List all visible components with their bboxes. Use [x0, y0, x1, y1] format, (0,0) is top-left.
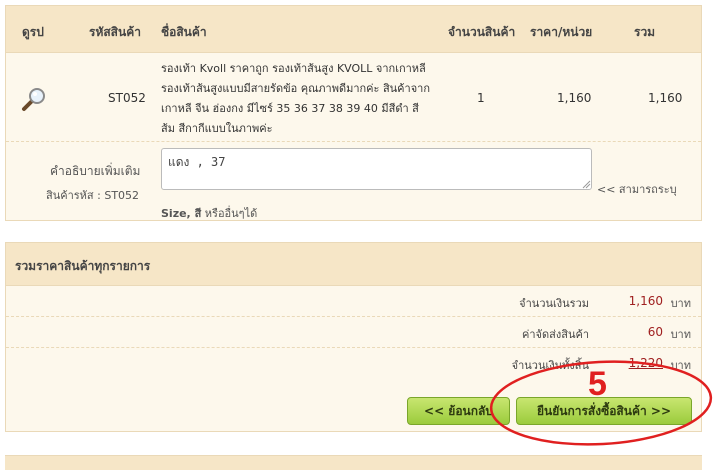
resize-grip-icon[interactable] — [582, 180, 591, 189]
cart-panel: ดูรป รหัสสินค้า ชื่อสินค้า จำนวนสินค้า ร… — [5, 5, 702, 221]
cart-table-header: ดูรป รหัสสินค้า ชื่อสินค้า จำนวนสินค้า ร… — [6, 6, 701, 53]
back-button[interactable]: << ย้อนกลับ — [407, 397, 510, 425]
item-total: 1,160 — [648, 91, 683, 105]
header-quantity: จำนวนสินค้า — [448, 25, 516, 39]
cart-item-row: ST052 รองเท้า Kvoll ราคาถูก รองเท้าส้นสู… — [6, 53, 701, 142]
item-description: รองเท้า Kvoll ราคาถูก รองเท้าส้นสูง KVOL… — [161, 62, 430, 135]
note-help: Size, สี หรืออื่นๆได้ — [161, 204, 257, 222]
grand-total-label: จำนวนเงินทั้งสิ้น — [511, 359, 589, 372]
summary-row-shipping: ค่าจัดส่งสินค้า 60 บาท — [6, 317, 701, 348]
note-hint: << สามารถระบุ — [597, 183, 677, 196]
summary-panel: รวมราคาสินค้าทุกรายการ จำนวนเงินรวม 1,16… — [5, 242, 702, 432]
item-code: ST052 — [108, 91, 146, 105]
note-label: คำอธิบายเพิ่มเติม — [50, 164, 141, 178]
confirm-order-button[interactable]: ยืนยันการสั่งซื้อสินค้า >> — [516, 397, 692, 425]
summary-title: รวมราคาสินค้าทุกรายการ — [15, 259, 151, 273]
subtotal-label: จำนวนเงินรวม — [519, 297, 589, 310]
header-product-code: รหัสสินค้า — [89, 25, 141, 39]
shipping-unit: บาท — [670, 328, 691, 341]
summary-row-subtotal: จำนวนเงินรวม 1,160 บาท — [6, 286, 701, 317]
grand-total-unit: บาท — [670, 359, 691, 372]
summary-header: รวมราคาสินค้าทุกรายการ — [6, 243, 701, 286]
header-product-name: ชื่อสินค้า — [161, 25, 207, 39]
header-unit-price: ราคา/หน่วย — [530, 25, 593, 39]
item-unit-price: 1,160 — [557, 91, 592, 105]
subtotal-value: 1,160 — [628, 294, 663, 308]
shipping-label: ค่าจัดส่งสินค้า — [522, 328, 589, 341]
note-textarea[interactable]: แดง , 37 — [161, 148, 592, 190]
item-quantity: 1 — [477, 91, 485, 105]
grand-total-value: 1,220 — [628, 356, 663, 370]
next-section-header — [5, 455, 702, 470]
header-image: ดูรป — [22, 25, 44, 39]
note-product-code: สินค้ารหัส : ST052 — [46, 189, 140, 202]
note-help-bold: Size, สี — [161, 207, 202, 220]
cart-note-row: คำอธิบายเพิ่มเติม สินค้ารหัส : ST052 แดง… — [6, 142, 701, 222]
header-total: รวม — [634, 25, 656, 39]
note-help-rest: หรืออื่นๆได้ — [204, 207, 258, 220]
subtotal-unit: บาท — [670, 297, 691, 310]
shipping-value: 60 — [647, 325, 663, 339]
magnifier-icon[interactable] — [20, 85, 48, 113]
summary-row-grand-total: จำนวนเงินทั้งสิ้น 1,220 บาท — [6, 348, 701, 378]
